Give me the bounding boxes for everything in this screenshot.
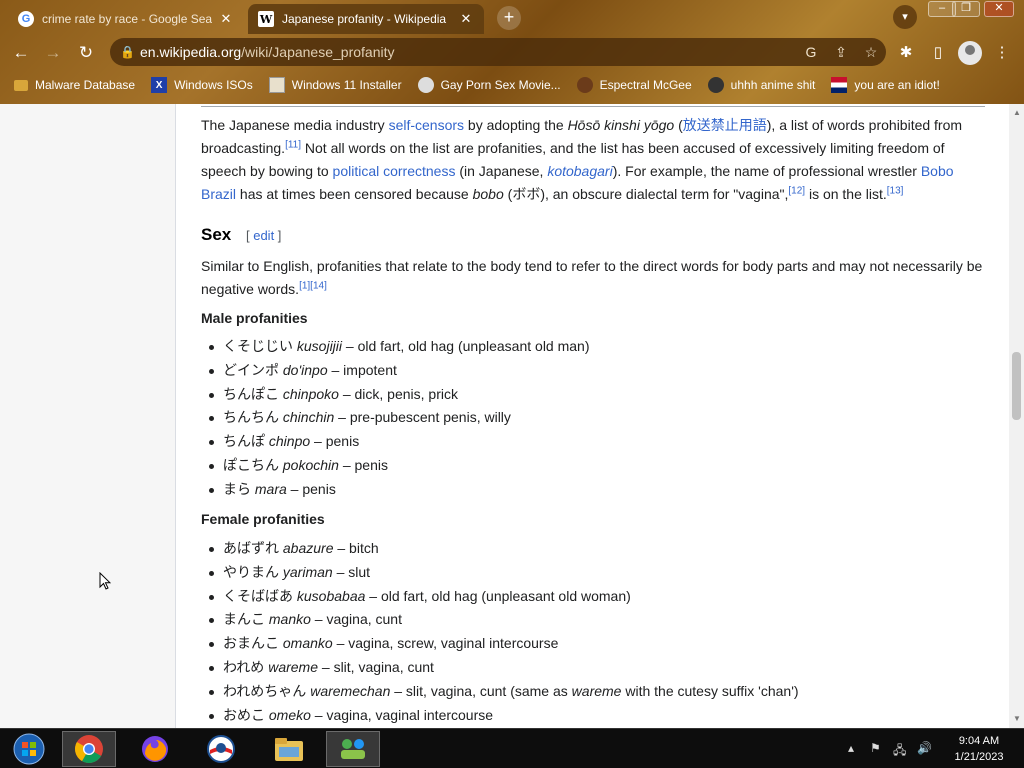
- list-item: ぽこちん pokochin – penis: [209, 454, 590, 478]
- tab-wikipedia[interactable]: W Japanese profanity - Wikipedia ✕: [248, 4, 484, 34]
- female-profanities-heading: Female profanities: [201, 511, 325, 527]
- link-political-correctness[interactable]: political correctness: [333, 163, 456, 179]
- back-icon[interactable]: ←: [8, 40, 34, 66]
- extensions-icon[interactable]: ✱: [894, 41, 918, 65]
- sex-paragraph: Similar to English, profanities that rel…: [201, 258, 983, 297]
- list-item: どインポ do'inpo – impotent: [209, 359, 590, 383]
- close-tab-icon[interactable]: ✕: [218, 11, 234, 27]
- site-icon: [707, 77, 724, 93]
- section-divider: [201, 106, 985, 107]
- volume-icon[interactable]: 🔊: [917, 741, 932, 755]
- link-kotobagari[interactable]: kotobagari: [547, 163, 612, 179]
- show-hidden-icons[interactable]: ▴: [848, 741, 854, 755]
- tab-strip: G crime rate by race - Google Searc ✕ W …: [0, 0, 1024, 34]
- ref-13[interactable]: [13]: [887, 185, 904, 196]
- site-icon: [576, 77, 593, 93]
- close-window-button[interactable]: ✕: [984, 1, 1014, 17]
- firefox-icon[interactable]: [128, 731, 182, 767]
- list-item: まら mara – penis: [209, 478, 590, 502]
- share-icon[interactable]: ⇪: [826, 44, 856, 61]
- edit-section: [ edit ]: [245, 228, 282, 243]
- male-profanities-heading: Male profanities: [201, 310, 308, 326]
- forward-icon[interactable]: →: [40, 40, 66, 66]
- scroll-down-icon[interactable]: ▼: [1013, 714, 1021, 723]
- list-item: おめこ omeko – vagina, vaginal intercourse: [209, 704, 799, 728]
- section-heading-sex: Sex [ edit ]: [201, 225, 282, 244]
- list-item: まんこ manko – vagina, cunt: [209, 608, 799, 632]
- clock-date: 1/21/2023: [954, 751, 1004, 763]
- menu-icon[interactable]: ⋮: [990, 41, 1014, 65]
- url-text[interactable]: en.wikipedia.org/wiki/Japanese_profanity: [140, 44, 796, 60]
- male-profanities-list: くそじじい kusojijii – old fart, old hag (unp…: [209, 335, 590, 502]
- list-item: ちんぽ chinpo – penis: [209, 430, 590, 454]
- address-bar[interactable]: 🔒 en.wikipedia.org/wiki/Japanese_profani…: [110, 38, 886, 66]
- link-hoso-kinshi-yogo[interactable]: 放送禁止用語: [683, 117, 767, 133]
- browser-toolbar: ← → ↻ 🔒 en.wikipedia.org/wiki/Japanese_p…: [0, 34, 1024, 70]
- close-tab-icon[interactable]: ✕: [458, 11, 474, 27]
- bookmark-site-4[interactable]: Gay Porn Sex Movie...: [417, 77, 561, 93]
- tab-search-icon[interactable]: ▾: [893, 5, 917, 29]
- list-item: くそじじい kusojijii – old fart, old hag (unp…: [209, 335, 590, 359]
- restore-button[interactable]: ❐: [952, 1, 980, 17]
- profile-avatar[interactable]: [958, 41, 982, 65]
- network-people-icon[interactable]: [326, 731, 380, 767]
- tab-title: crime rate by race - Google Searc: [42, 12, 212, 26]
- bookmark-star-icon[interactable]: ☆: [856, 44, 886, 61]
- bookmark-windows-isos[interactable]: X Windows ISOs: [151, 77, 253, 93]
- list-item: われめちゃん waremechan – slit, vagina, cunt (…: [209, 680, 799, 704]
- censorship-paragraph: The Japanese media industry self-censors…: [201, 117, 963, 202]
- list-item: ちんちん chinchin – pre-pubescent penis, wil…: [209, 406, 590, 430]
- clock-time: 9:04 AM: [958, 735, 1000, 747]
- bookmark-anime[interactable]: uhhh anime shit: [707, 77, 815, 93]
- web-page: The Japanese media industry self-censors…: [0, 104, 1024, 728]
- site-icon: [417, 77, 434, 93]
- system-clock[interactable]: 9:04 AM 1/21/2023: [944, 733, 1014, 765]
- google-lens-icon[interactable]: G: [796, 44, 826, 60]
- mouse-cursor-icon: [99, 572, 111, 590]
- windows-taskbar: ▴ ⚑ 🖧 🔊 9:04 AM 1/21/2023: [0, 728, 1024, 768]
- list-item: やりまん yariman – slut: [209, 561, 799, 585]
- file-explorer-icon[interactable]: [262, 731, 316, 767]
- bookmark-malware-database[interactable]: Malware Database: [14, 78, 135, 92]
- wiki-sidebar: [0, 104, 176, 728]
- browser-chrome: G crime rate by race - Google Searc ✕ W …: [0, 0, 1024, 104]
- list-item: われめ wareme – slit, vagina, cunt: [209, 656, 799, 680]
- tab-title: Japanese profanity - Wikipedia: [282, 12, 447, 26]
- bookmark-windows-11-installer[interactable]: Windows 11 Installer: [268, 77, 402, 93]
- x-icon: X: [151, 77, 168, 93]
- female-profanities-list: あばずれ abazure – bitch やりまん yariman – slut く…: [209, 537, 799, 728]
- start-orb-icon[interactable]: [2, 731, 56, 767]
- refs-1-14[interactable]: [1][14]: [299, 280, 327, 291]
- ref-12[interactable]: [12]: [788, 185, 805, 196]
- page-icon: [268, 77, 285, 93]
- list-item: おまんこ omanko – vagina, screw, vaginal int…: [209, 632, 799, 656]
- bookmark-you-are-an-idiot[interactable]: you are an idiot!: [831, 77, 940, 93]
- wikipedia-icon: W: [258, 11, 274, 27]
- tab-google-search[interactable]: G crime rate by race - Google Searc ✕: [8, 4, 244, 34]
- link-self-censors[interactable]: self-censors: [389, 117, 464, 133]
- list-item: ちんぽこ chinpoko – dick, penis, prick: [209, 383, 590, 407]
- side-panel-icon[interactable]: ▯: [926, 41, 950, 65]
- bookmark-espectral-mcgee[interactable]: Espectral McGee: [576, 77, 692, 93]
- page-scrollbar[interactable]: ▲ ▼: [1009, 104, 1024, 728]
- scroll-up-icon[interactable]: ▲: [1013, 108, 1021, 117]
- ref-11[interactable]: [11]: [285, 139, 301, 150]
- bookmarks-bar: Malware Database X Windows ISOs Windows …: [0, 72, 1024, 98]
- obama-logo-icon[interactable]: [194, 731, 248, 767]
- action-center-flag-icon[interactable]: ⚑: [870, 741, 881, 755]
- edit-link[interactable]: edit: [253, 228, 274, 243]
- folder-icon: [14, 79, 28, 91]
- flag-icon: [831, 77, 848, 93]
- chrome-icon[interactable]: [62, 731, 116, 767]
- scrollbar-thumb[interactable]: [1012, 352, 1021, 420]
- lock-icon: 🔒: [120, 45, 135, 59]
- list-item: あばずれ abazure – bitch: [209, 537, 799, 561]
- google-icon: G: [18, 11, 34, 27]
- list-item: くそばばあ kusobabaa – old fart, old hag (unp…: [209, 585, 799, 609]
- new-tab-button[interactable]: +: [497, 6, 521, 30]
- network-icon[interactable]: 🖧: [893, 741, 906, 762]
- reload-icon[interactable]: ↻: [73, 40, 99, 66]
